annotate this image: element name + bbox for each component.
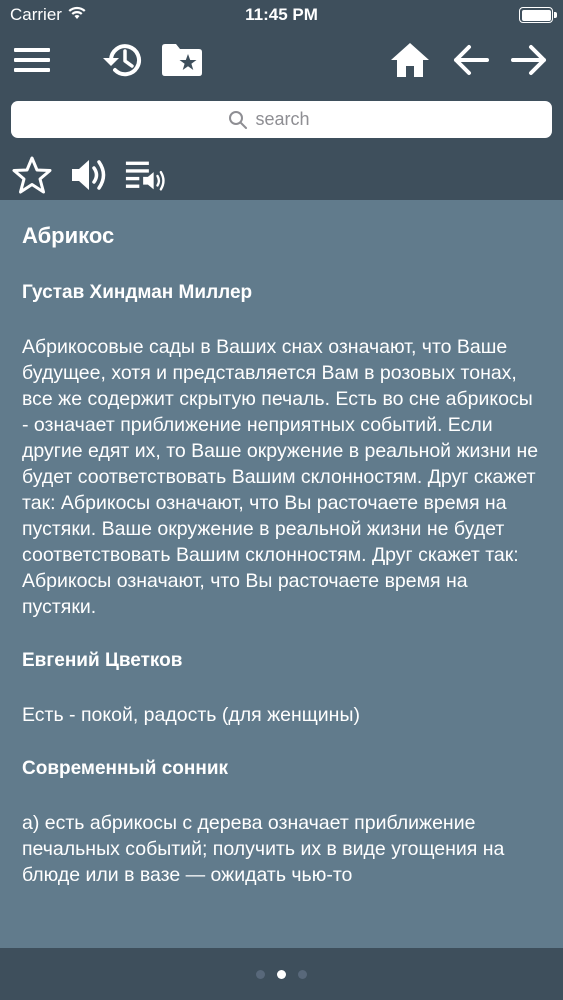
history-button[interactable] [100, 38, 144, 82]
section-text: Абрикосовые сады в Ваших снах означают, … [22, 336, 539, 618]
home-icon [391, 43, 429, 77]
star-outline-icon [12, 156, 52, 194]
section-heading: Евгений Цветков [22, 650, 183, 671]
page-dot-active[interactable] [277, 969, 286, 979]
speaker-icon [72, 160, 106, 190]
playlist-audio-button[interactable] [124, 153, 168, 197]
forward-button[interactable] [507, 38, 551, 82]
search-bar[interactable] [11, 101, 552, 138]
search-icon [228, 110, 247, 129]
status-time: 11:45 PM [245, 5, 318, 24]
hamburger-icon [14, 48, 50, 72]
menu-button[interactable] [10, 38, 54, 82]
status-bar: Carrier 11:45 PM [0, 0, 563, 30]
battery-icon [519, 7, 557, 23]
speak-button[interactable] [68, 153, 112, 197]
page-dot[interactable] [256, 969, 265, 979]
section-text: Есть - покой, радость (для женщины) [22, 704, 360, 726]
article-title: Абрикос [22, 223, 115, 248]
home-button[interactable] [388, 38, 432, 82]
article-content[interactable]: Абрикос Густав Хиндман Миллер Абрикосовы… [0, 200, 563, 948]
section-text: а) есть абрикосы с дерева означает прибл… [22, 812, 505, 886]
article-actions [0, 150, 563, 200]
search-input[interactable] [255, 109, 336, 130]
toolbar [0, 30, 563, 90]
arrow-right-icon [511, 45, 546, 75]
playlist-speaker-icon [125, 161, 165, 191]
back-button[interactable] [449, 38, 493, 82]
section-heading: Густав Хиндман Миллер [22, 282, 253, 303]
section-heading: Современный сонник [22, 758, 229, 779]
star-folder-icon [162, 44, 202, 76]
favorites-folder-button[interactable] [160, 38, 204, 82]
arrow-left-icon [454, 45, 489, 75]
page-indicator [0, 948, 563, 1000]
page-dot[interactable] [298, 969, 307, 979]
history-icon [103, 44, 141, 77]
favorite-button[interactable] [10, 153, 54, 197]
